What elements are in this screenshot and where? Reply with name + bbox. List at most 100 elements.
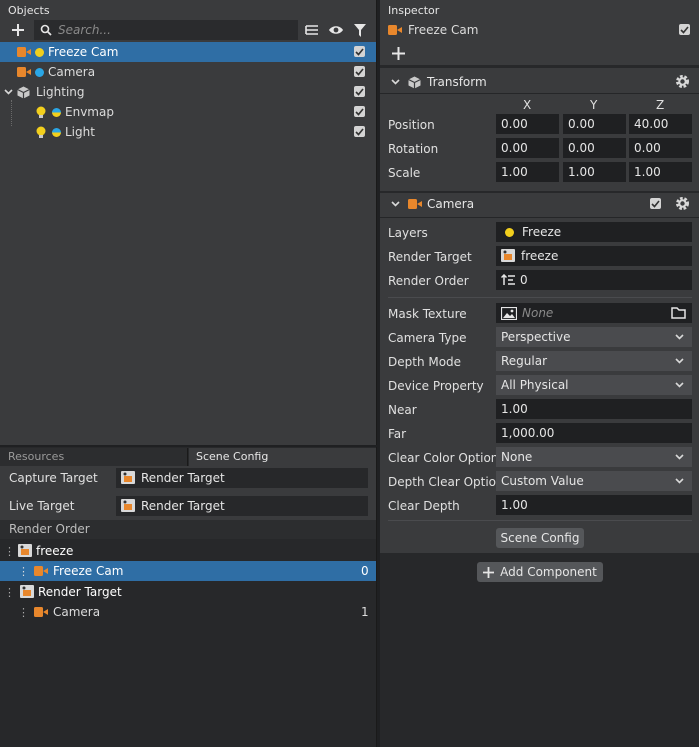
rotation-x-input[interactable]: 0.00	[496, 138, 559, 158]
tree-item-label: Camera	[48, 65, 96, 79]
inspector-object-row: Freeze Cam	[388, 20, 694, 40]
divider	[380, 217, 699, 218]
sort-order-icon	[501, 274, 515, 286]
lightbulb-icon	[36, 126, 46, 139]
tree-item-light[interactable]: Light	[0, 122, 376, 142]
plus-icon	[391, 46, 405, 60]
depth-mode-value: Regular	[501, 354, 548, 368]
scene-config-button[interactable]: Scene Config	[496, 528, 584, 548]
depth-mode-select[interactable]: Regular	[496, 351, 692, 371]
rotation-y-input[interactable]: 0.00	[563, 138, 626, 158]
position-y-input[interactable]: 0.00	[563, 114, 626, 134]
render-order-group[interactable]: ⋮ freeze	[0, 541, 376, 561]
depth-clear-select[interactable]: Custom Value	[496, 471, 692, 491]
divider	[388, 297, 692, 298]
tree-item-envmap[interactable]: Envmap	[0, 102, 376, 122]
tab-resources[interactable]: Resources	[0, 448, 188, 466]
search-input[interactable]: Search...	[34, 20, 298, 40]
render-order-group[interactable]: ⋮ Render Target	[0, 582, 376, 602]
chevron-down-icon	[675, 334, 684, 340]
live-target-field[interactable]: Render Target	[116, 496, 368, 516]
object-enabled-checkbox[interactable]	[679, 24, 690, 35]
transform-header[interactable]: Transform	[380, 72, 699, 92]
item-index: 1	[361, 605, 369, 619]
eye-icon	[329, 26, 343, 34]
drag-handle-icon[interactable]: ⋮	[4, 586, 15, 599]
chevron-down-icon	[391, 201, 400, 207]
filter-button[interactable]	[352, 22, 368, 38]
far-label: Far	[388, 427, 407, 441]
render-order-header: Render Order	[0, 520, 376, 539]
far-input[interactable]: 1,000.00	[496, 423, 692, 443]
tab-scene-config[interactable]: Scene Config	[189, 448, 376, 466]
tree-item-freeze-cam[interactable]: Freeze Cam	[0, 42, 376, 62]
clear-color-select[interactable]: None	[496, 447, 692, 467]
drag-handle-icon[interactable]: ⋮	[4, 545, 15, 558]
enabled-checkbox[interactable]	[354, 106, 365, 117]
visibility-button[interactable]	[327, 22, 345, 38]
camera-header[interactable]: Camera	[380, 194, 699, 214]
list-options-button[interactable]	[304, 22, 320, 38]
gear-icon[interactable]	[675, 196, 690, 211]
render-target-icon	[121, 471, 136, 485]
position-x-input[interactable]: 0.00	[496, 114, 559, 134]
drag-handle-icon[interactable]: ⋮	[18, 606, 29, 619]
layer-dot-icon	[52, 127, 61, 137]
clear-depth-input[interactable]: 1.00	[496, 495, 692, 515]
mask-texture-field[interactable]: None	[496, 303, 692, 323]
list-icon	[305, 25, 318, 35]
scale-y-input[interactable]: 1.00	[563, 162, 626, 182]
scale-z-input[interactable]: 1.00	[629, 162, 692, 182]
drag-handle-icon[interactable]: ⋮	[18, 565, 29, 578]
objects-panel: Objects Search... Freeze Cam Camera Ligh…	[0, 0, 377, 445]
render-order-item[interactable]: ⋮ Camera 1	[0, 602, 376, 622]
enabled-checkbox[interactable]	[354, 66, 365, 77]
layers-label: Layers	[388, 226, 428, 240]
camera-type-select[interactable]: Perspective	[496, 327, 692, 347]
add-button[interactable]	[390, 45, 406, 61]
layers-field[interactable]: Freeze	[496, 222, 692, 242]
depth-clear-value: Custom Value	[501, 474, 584, 488]
enabled-checkbox[interactable]	[354, 46, 365, 57]
add-object-button[interactable]	[10, 22, 26, 38]
item-name: Freeze Cam	[53, 564, 124, 578]
add-component-button[interactable]: Add Component	[477, 562, 603, 582]
layer-dot-icon	[35, 47, 44, 57]
divider	[388, 520, 692, 521]
scale-label: Scale	[388, 166, 421, 180]
rotation-z-input[interactable]: 0.00	[629, 138, 692, 158]
gear-icon[interactable]	[675, 74, 690, 89]
scale-x-input[interactable]: 1.00	[496, 162, 559, 182]
chevron-down-icon	[675, 358, 684, 364]
render-order-field[interactable]: 0	[496, 270, 692, 290]
group-name: freeze	[36, 544, 74, 558]
device-property-select[interactable]: All Physical	[496, 375, 692, 395]
tree-item-camera[interactable]: Camera	[0, 62, 376, 82]
item-name: Camera	[53, 605, 101, 619]
add-component-label: Add Component	[500, 565, 597, 579]
scene-config-panel: Resources Scene Config Capture Target Re…	[0, 447, 377, 747]
render-target-icon	[18, 544, 33, 558]
clear-depth-label: Clear Depth	[388, 499, 460, 513]
near-label: Near	[388, 403, 417, 417]
enabled-checkbox[interactable]	[354, 126, 365, 137]
inspector-object-name[interactable]: Freeze Cam	[408, 23, 478, 37]
image-icon	[501, 306, 517, 320]
render-target-icon	[501, 249, 516, 263]
render-target-field[interactable]: freeze	[496, 246, 692, 266]
search-icon	[40, 24, 52, 36]
mask-texture-value: None	[522, 306, 554, 320]
render-order-item[interactable]: ⋮ Freeze Cam 0	[0, 561, 376, 581]
chevron-down-icon[interactable]	[4, 89, 13, 95]
clear-color-value: None	[501, 450, 533, 464]
live-target-value: Render Target	[141, 499, 225, 513]
chevron-down-icon	[675, 478, 684, 484]
folder-icon[interactable]	[671, 307, 686, 319]
near-input[interactable]: 1.00	[496, 399, 692, 419]
camera-icon	[17, 47, 31, 57]
tree-item-lighting[interactable]: Lighting	[0, 82, 376, 102]
enabled-checkbox[interactable]	[354, 86, 365, 97]
position-z-input[interactable]: 40.00	[629, 114, 692, 134]
camera-enabled-checkbox[interactable]	[650, 198, 661, 209]
capture-target-field[interactable]: Render Target	[116, 468, 368, 488]
